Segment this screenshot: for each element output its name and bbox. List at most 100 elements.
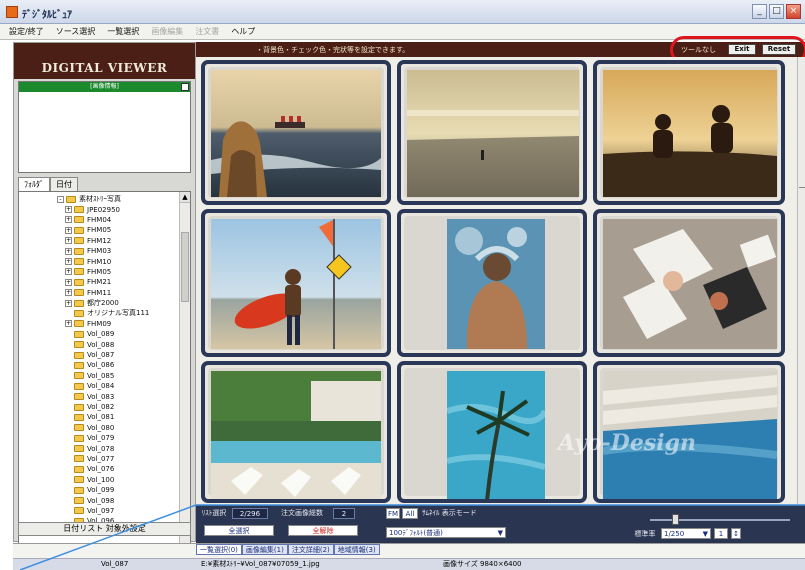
zoom-select[interactable]: 1/250 ▼ (661, 528, 711, 539)
folder-icon (74, 476, 84, 484)
tree-scrollbar[interactable]: ▲ (179, 192, 190, 548)
expand-icon[interactable]: + (65, 226, 72, 234)
menu-settings[interactable]: 設定/終了 (3, 26, 50, 37)
close-button[interactable]: × (786, 4, 801, 19)
tree-item-label: Vol_099 (87, 486, 115, 495)
tab-region-info[interactable]: 地域情報(3) (333, 544, 380, 555)
mode-fm-button[interactable]: FM (386, 508, 400, 519)
tree-item[interactable]: + FHM05 (21, 225, 179, 235)
tab-order-detail[interactable]: 注文詳細(2) (287, 544, 334, 555)
tree-item[interactable]: + FHM12 (21, 236, 179, 246)
expand-icon[interactable]: + (65, 320, 72, 328)
tree-item[interactable]: Vol_084 (21, 381, 179, 391)
tree-item[interactable]: - 素材ｽﾄﾘｰ写真 (21, 194, 179, 204)
tree-item[interactable]: Vol_099 (21, 485, 179, 495)
tree-item[interactable]: Vol_085 (21, 371, 179, 381)
tree-item[interactable]: Vol_078 (21, 443, 179, 453)
tree-item[interactable]: + 都庁2000 (21, 298, 179, 308)
tree-item[interactable]: Vol_079 (21, 433, 179, 443)
display-mode-select[interactable]: 100ﾃﾞﾌｫﾙﾄ(普通) ▼ (386, 527, 506, 538)
thumbnail-1[interactable] (201, 60, 391, 205)
order-count-label: 注文画像総数 (274, 508, 330, 519)
mode-all-button[interactable]: All (402, 508, 418, 519)
tree-item[interactable]: Vol_098 (21, 495, 179, 505)
minimize-info-icon[interactable] (181, 83, 189, 91)
date-exclude-button[interactable]: 日付リスト 対象外設定 (18, 522, 191, 536)
grid-scrollbar[interactable] (797, 57, 805, 505)
tree-item[interactable]: + FHM05 (21, 267, 179, 277)
tree-item[interactable]: + FHM04 (21, 215, 179, 225)
select-all-button[interactable]: 全選択 (204, 525, 274, 536)
chevron-down-icon: ▼ (497, 529, 503, 537)
tree-item-label: Vol_098 (87, 496, 115, 505)
folder-icon (74, 465, 84, 473)
page-input[interactable]: 1 (714, 528, 728, 539)
tree-item[interactable]: Vol_086 (21, 360, 179, 370)
tree-item[interactable]: + FHM10 (21, 256, 179, 266)
expand-icon[interactable]: + (65, 278, 72, 286)
tree-item[interactable]: + FHM11 (21, 288, 179, 298)
zoom-slider-track[interactable] (650, 519, 790, 521)
tree-item-label: Vol_083 (87, 392, 115, 401)
menu-order[interactable]: 注文書 (189, 26, 225, 37)
tree-item[interactable]: Vol_088 (21, 339, 179, 349)
expand-icon[interactable]: + (65, 258, 72, 266)
expand-icon[interactable]: + (65, 268, 72, 276)
scroll-up-icon[interactable]: ▲ (180, 192, 190, 203)
folder-icon (74, 258, 84, 266)
expand-icon[interactable]: + (65, 299, 72, 307)
zoom-slider-knob[interactable] (672, 514, 679, 525)
expand-icon[interactable]: + (65, 216, 72, 224)
left-panel: DIGITAL VIEWER [画像情報] ﾌｫﾙﾀﾞ 日付 - 素材ｽﾄﾘｰ写真… (13, 42, 196, 549)
folder-icon (74, 268, 84, 276)
tree-item[interactable]: Vol_080 (21, 423, 179, 433)
tree-item-label: FHM09 (87, 319, 112, 328)
thumbnail-6[interactable] (593, 209, 785, 357)
tree-item[interactable]: + FHM03 (21, 246, 179, 256)
page-stepper-icon[interactable]: ↕ (731, 528, 741, 539)
tree-item[interactable]: + JPE02950 (21, 204, 179, 214)
minimize-button[interactable]: _ (752, 4, 767, 19)
tab-image-edit[interactable]: 画像編集(1) (241, 544, 288, 555)
menu-help[interactable]: ヘルプ (225, 26, 261, 37)
tree-item[interactable]: Vol_100 (21, 475, 179, 485)
tab-list-select[interactable]: 一覧選択(0) (196, 544, 242, 555)
tree-item[interactable]: Vol_097 (21, 506, 179, 516)
thumbnail-4[interactable] (201, 209, 391, 357)
tree-item-label: JPE02950 (87, 205, 120, 214)
maximize-button[interactable]: □ (769, 4, 784, 19)
tree-item[interactable]: オリジナル写真111 (21, 308, 179, 318)
folder-icon (74, 445, 84, 453)
collapse-icon[interactable]: - (57, 195, 64, 203)
scroll-thumb[interactable] (181, 232, 189, 302)
expand-icon[interactable]: + (65, 289, 72, 297)
tree-item[interactable]: Vol_083 (21, 391, 179, 401)
tree-item[interactable]: + FHM21 (21, 277, 179, 287)
tree-item[interactable]: Vol_081 (21, 412, 179, 422)
tree-item[interactable]: Vol_082 (21, 402, 179, 412)
clear-all-button[interactable]: 全解除 (288, 525, 358, 536)
menu-image-edit[interactable]: 画像編集 (145, 26, 189, 37)
folder-icon (74, 486, 84, 494)
tree-item-label: Vol_087 (87, 351, 115, 360)
menu-source-select[interactable]: ソース選択 (50, 26, 102, 37)
tree-item-label: 素材ｽﾄﾘｰ写真 (79, 195, 121, 204)
photo-resort-pool (211, 371, 381, 499)
tree-item[interactable]: Vol_076 (21, 464, 179, 474)
menu-list-select[interactable]: 一覧選択 (101, 26, 145, 37)
tree-item[interactable]: Vol_087 (21, 350, 179, 360)
expand-icon[interactable]: + (65, 206, 72, 214)
expand-icon[interactable]: + (65, 247, 72, 255)
tree-item[interactable]: Vol_089 (21, 329, 179, 339)
folder-icon (74, 351, 84, 359)
tab-date[interactable]: 日付 (50, 177, 78, 191)
thumbnail-2[interactable] (397, 60, 587, 205)
tab-folder[interactable]: ﾌｫﾙﾀﾞ (18, 177, 50, 191)
thumbnail-3[interactable] (593, 60, 785, 205)
thumbnail-5[interactable] (397, 209, 587, 357)
tree-item[interactable]: Vol_077 (21, 454, 179, 464)
expand-icon[interactable]: + (65, 237, 72, 245)
tree-item[interactable]: + FHM09 (21, 319, 179, 329)
thumbnail-7[interactable] (201, 361, 391, 503)
mode-tabs: 一覧選択(0) 画像編集(1) 注文詳細(2) 地域情報(3) (196, 544, 380, 555)
